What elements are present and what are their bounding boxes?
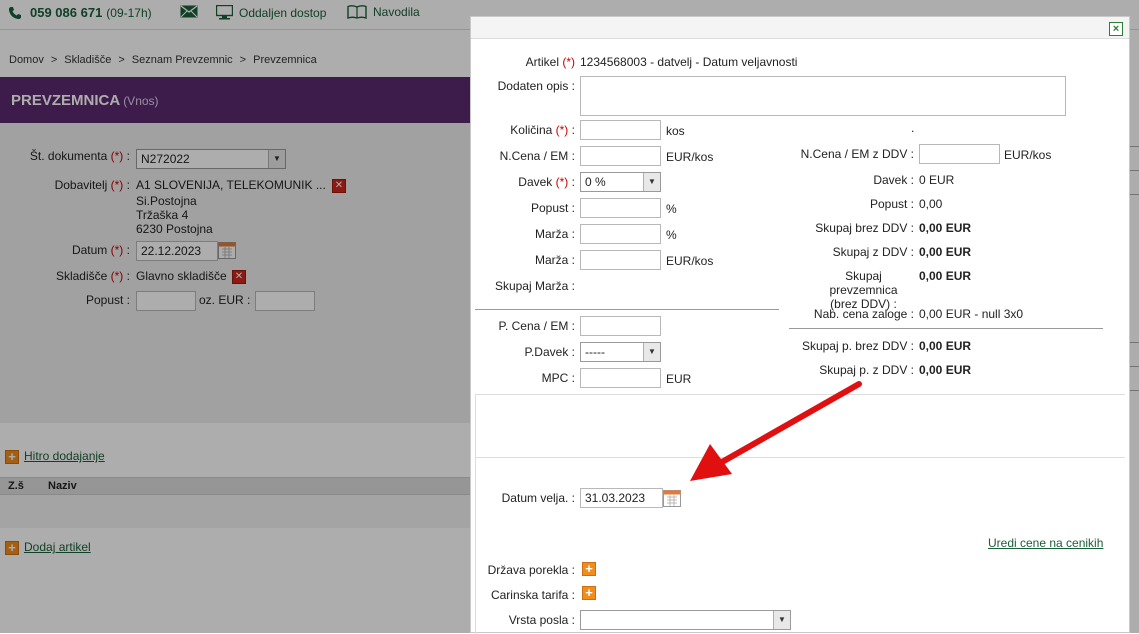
tax-label: Davek (*) : — [518, 175, 575, 189]
chevron-down-icon: ▼ — [643, 173, 660, 191]
deal-type-select[interactable]: ▼ — [580, 610, 791, 630]
p-tax-select-value: ----- — [585, 345, 605, 359]
article-value: 1234568003 - datvelj - Datum veljavnosti — [580, 55, 798, 69]
stock-price-label: Nab. cena zaloge : — [813, 307, 914, 321]
add-tariff-plus-icon[interactable]: + — [582, 586, 596, 600]
total-receipt-label: Skupaj prevzemnica (brez DDV) : — [829, 269, 898, 311]
margin-percent-input[interactable] — [580, 224, 661, 244]
tax-amount-label: Davek : — [873, 173, 914, 187]
calendar-icon[interactable] — [663, 489, 681, 507]
margin-eur-unit: EUR/kos — [666, 254, 714, 268]
total-p-vat-value: 0,00 EUR — [919, 363, 972, 377]
margin-eur-input[interactable] — [580, 250, 661, 270]
p-price-label: P. Cena / EM : — [498, 319, 575, 333]
price-vat-unit: EUR/kos — [1004, 148, 1052, 162]
total-no-vat-label: Skupaj brez DDV : — [815, 221, 914, 235]
extra-desc-label: Dodaten opis : — [497, 79, 575, 93]
chevron-down-icon: ▼ — [643, 343, 660, 361]
qty-unit: kos — [666, 124, 685, 138]
qty-label: Količina (*) : — [510, 123, 575, 137]
customs-tariff-label: Carinska tarifa : — [490, 588, 575, 602]
country-origin-label: Država porekla : — [487, 563, 575, 577]
total-no-vat-value: 0,00 EUR — [919, 221, 972, 235]
extra-desc-textarea[interactable] — [580, 76, 1066, 116]
annotation-arrow-icon — [690, 381, 862, 481]
total-p-no-vat-label: Skupaj p. brez DDV : — [801, 339, 914, 353]
total-margin-label: Skupaj Marža : — [494, 279, 575, 293]
stock-price-value: 0,00 EUR - null 3x0 — [919, 307, 1024, 321]
price-input[interactable] — [580, 146, 661, 166]
dialog-header: × — [471, 17, 1129, 39]
close-icon[interactable]: × — [1109, 22, 1123, 36]
add-country-plus-icon[interactable]: + — [582, 562, 596, 576]
total-receipt-value: 0,00 EUR — [919, 269, 972, 283]
discount-label: Popust : — [530, 201, 575, 215]
article-label: Artikel (*) — [525, 55, 575, 69]
p-tax-label: P.Davek : — [524, 345, 575, 359]
p-price-input[interactable] — [580, 316, 661, 336]
price-vat-input[interactable] — [919, 144, 1000, 164]
tax-select[interactable]: 0 % ▼ — [580, 172, 661, 192]
edit-prices-link[interactable]: Uredi cene na cenikih — [988, 536, 1103, 550]
total-vat-value: 0,00 EUR — [919, 245, 972, 259]
divider-left — [475, 309, 779, 310]
price-vat-label: N.Cena / EM z DDV : — [800, 147, 914, 161]
total-p-vat-label: Skupaj p. z DDV : — [819, 363, 914, 377]
margin-eur-label: Marža : — [534, 253, 575, 267]
total-p-no-vat-value: 0,00 EUR — [919, 339, 972, 353]
mpc-label: MPC : — [541, 371, 575, 385]
qty-input[interactable] — [580, 120, 661, 140]
dot-marker: . — [911, 121, 915, 135]
divider-right — [789, 328, 1103, 329]
add-article-dialog: × Artikel (*) 1234568003 - datvelj - Dat… — [470, 16, 1130, 634]
expiry-date-input[interactable]: 31.03.2023 — [580, 488, 663, 508]
margin-label: Marža : — [534, 227, 575, 241]
deal-type-label: Vrsta posla : — [508, 613, 575, 627]
expiry-date-label: Datum velja. : — [501, 491, 575, 505]
discount-amount-value: 0,00 — [919, 197, 943, 211]
price-unit: EUR/kos — [666, 150, 714, 164]
p-tax-select[interactable]: ----- ▼ — [580, 342, 661, 362]
chevron-down-icon: ▼ — [773, 611, 790, 629]
total-vat-label: Skupaj z DDV : — [832, 245, 914, 259]
tax-select-value: 0 % — [585, 175, 606, 189]
discount-amount-label: Popust : — [869, 197, 914, 211]
price-label: N.Cena / EM : — [499, 149, 575, 163]
tax-amount-value: 0 EUR — [919, 173, 955, 187]
discount-input[interactable] — [580, 198, 661, 218]
margin-percent-unit: % — [666, 228, 677, 242]
discount-unit: % — [666, 202, 677, 216]
mpc-input[interactable] — [580, 368, 661, 388]
